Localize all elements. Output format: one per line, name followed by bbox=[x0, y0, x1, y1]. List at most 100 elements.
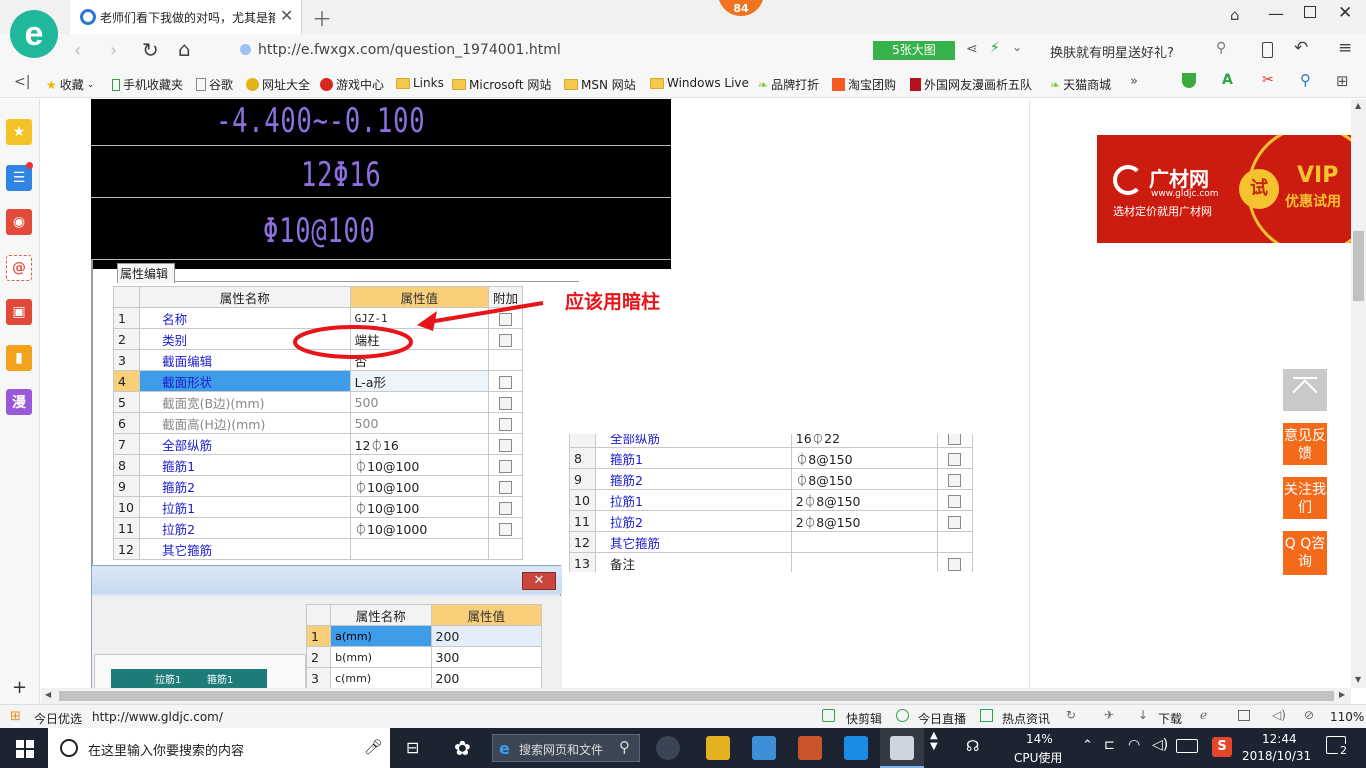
scissors-icon[interactable]: ✂ bbox=[1262, 72, 1274, 88]
bookmark-item[interactable]: 淘宝团购 bbox=[832, 76, 896, 93]
bookmark-item[interactable]: Microsoft 网站 bbox=[452, 76, 551, 93]
shirt-icon[interactable]: ⌂ bbox=[1230, 6, 1240, 24]
search-suggestion[interactable]: 换肤就有明星送好礼? bbox=[1050, 42, 1174, 61]
big-image-button[interactable]: 5张大图 bbox=[873, 41, 955, 60]
more-bookmarks-icon[interactable]: » bbox=[1130, 74, 1138, 89]
checkbox[interactable] bbox=[498, 396, 512, 410]
grid-icon[interactable]: ⊞ bbox=[1336, 72, 1349, 90]
bookmark-item[interactable]: 游戏中心 bbox=[320, 76, 384, 93]
clock-time[interactable]: 12:44 bbox=[1262, 732, 1297, 746]
gamepad-icon[interactable]: ▣ bbox=[6, 299, 32, 325]
home-icon[interactable]: ⌂ bbox=[178, 37, 191, 61]
bookmark-item[interactable]: Links bbox=[396, 76, 444, 90]
horizontal-scrollbar[interactable]: ◀ ▶ bbox=[41, 688, 1351, 704]
bookmark-item[interactable]: 谷歌 bbox=[196, 76, 233, 93]
checkbox[interactable] bbox=[498, 480, 512, 494]
vertical-scrollbar[interactable]: ▲ ▼ bbox=[1351, 99, 1366, 688]
value-cell[interactable] bbox=[349, 538, 489, 560]
tray-chevron-icon[interactable]: ⌃ bbox=[1082, 738, 1093, 753]
magnify-icon[interactable]: ⚲ bbox=[1300, 71, 1311, 89]
taskbar-search[interactable]: 在这里输入你要搜索的内容 🎤︎ bbox=[48, 728, 390, 768]
url-field[interactable]: http://e.fwxgx.com/question_1974001.html bbox=[232, 38, 862, 62]
value-cell[interactable]: ⏀10@1000 bbox=[349, 517, 489, 539]
checkbox[interactable] bbox=[948, 434, 962, 445]
today-live[interactable]: 今日直播 bbox=[918, 710, 966, 727]
lightning-icon[interactable]: ⚡ bbox=[990, 40, 1000, 56]
people-icon[interactable]: ☊ bbox=[966, 737, 979, 755]
checkbox[interactable] bbox=[948, 557, 962, 571]
notification-badge[interactable]: 84 bbox=[718, 0, 764, 16]
back-icon[interactable]: ‹ bbox=[74, 40, 81, 61]
checkbox[interactable] bbox=[948, 515, 962, 529]
sogou-icon[interactable]: S bbox=[1212, 737, 1232, 757]
translate-icon[interactable]: A bbox=[1222, 72, 1233, 88]
app-icon-pdf[interactable] bbox=[798, 736, 822, 760]
checkbox[interactable] bbox=[498, 501, 512, 515]
bookmark-item[interactable]: Windows Live bbox=[650, 76, 749, 90]
app-icon-folder[interactable] bbox=[752, 736, 776, 760]
new-tab-button[interactable]: ＋ bbox=[312, 3, 332, 32]
browser-tab[interactable]: 老师们看下我做的对吗，尤其是箍 ✕ bbox=[70, 0, 302, 34]
maximize-button[interactable] bbox=[1304, 6, 1316, 18]
today-pick[interactable]: 今日优选 bbox=[34, 710, 82, 727]
chevron-down-icon[interactable]: ⌄ bbox=[1012, 40, 1022, 54]
add-icon[interactable]: + bbox=[12, 677, 27, 698]
qq-consult-button[interactable]: Q Q咨询 bbox=[1283, 531, 1327, 575]
checkbox[interactable] bbox=[498, 438, 512, 452]
window-icon[interactable] bbox=[1238, 710, 1250, 721]
volume-icon[interactable]: ◁) bbox=[1272, 708, 1286, 722]
dialog-close-button[interactable]: ✕ bbox=[522, 572, 556, 590]
bookmark-item[interactable]: 手机收藏夹 bbox=[112, 76, 183, 93]
weibo-icon[interactable]: ◉ bbox=[6, 209, 32, 235]
value-cell[interactable]: ⏀10@100 bbox=[349, 475, 489, 497]
app-icon-plus[interactable] bbox=[844, 736, 868, 760]
search-icon[interactable]: ⚲ bbox=[1216, 40, 1226, 56]
pin-icon[interactable]: ✈ bbox=[1104, 708, 1114, 722]
ie-mode-icon[interactable]: ℯ bbox=[1200, 708, 1207, 722]
feedback-button[interactable]: 意见反馈 bbox=[1283, 423, 1327, 465]
checkbox[interactable] bbox=[498, 375, 512, 389]
checkbox[interactable] bbox=[948, 494, 962, 508]
property-tab[interactable]: 属性编辑 bbox=[117, 263, 175, 283]
refresh-status-icon[interactable]: ↻ bbox=[1066, 708, 1076, 722]
value-cell[interactable]: ⏀10@100 bbox=[349, 496, 489, 518]
bookmark-item[interactable]: ★ 收藏 ⌄ bbox=[46, 76, 94, 93]
value-cell[interactable]: 500 bbox=[349, 412, 489, 434]
bookmark-item[interactable]: MSN 网站 bbox=[564, 76, 636, 93]
windows-start-icon[interactable] bbox=[16, 740, 34, 758]
value-cell[interactable]: 12⏀16 bbox=[349, 433, 489, 455]
bookmark-item[interactable]: ❧ 天猫商城 bbox=[1050, 76, 1111, 93]
taskbar-browser-search[interactable]: e 搜索网页和文件 ⚲ bbox=[492, 734, 640, 762]
checkbox[interactable] bbox=[948, 452, 962, 466]
advertisement-banner[interactable]: 广材网 www.gldjc.com 选材定价就用广材网 试 VIP 优惠试用 bbox=[1097, 135, 1351, 243]
value-cell[interactable]: 500 bbox=[349, 391, 489, 413]
download-label[interactable]: 下载 bbox=[1158, 710, 1182, 727]
mic-icon[interactable]: 🎤︎ bbox=[364, 738, 383, 756]
share-icon[interactable]: ⋖ bbox=[966, 41, 978, 57]
task-view-icon[interactable]: ⊟ bbox=[406, 738, 419, 757]
close-button[interactable]: ✕ bbox=[1338, 3, 1352, 23]
tab-close-icon[interactable]: ✕ bbox=[280, 6, 293, 25]
shield-icon[interactable] bbox=[1182, 73, 1196, 88]
mail-icon[interactable]: @ bbox=[6, 255, 32, 281]
bookmark-item[interactable]: 外国网友漫画析五队 bbox=[910, 76, 1032, 93]
favorites-icon[interactable]: ★ bbox=[6, 119, 32, 145]
bookmark-item[interactable]: 网址大全 bbox=[246, 76, 310, 93]
phone-icon[interactable] bbox=[1262, 42, 1273, 58]
refresh-icon[interactable]: ↻ bbox=[142, 38, 159, 62]
forward-icon[interactable]: › bbox=[110, 40, 117, 61]
back-to-top-button[interactable] bbox=[1283, 369, 1327, 411]
undo-icon[interactable]: ↶ bbox=[1294, 38, 1308, 58]
follow-us-button[interactable]: 关注我们 bbox=[1283, 477, 1327, 519]
app-icon-spiral[interactable] bbox=[656, 736, 680, 760]
keyboard-icon[interactable] bbox=[1176, 739, 1198, 753]
zoom-reset-icon[interactable]: ⊘ bbox=[1304, 708, 1314, 722]
checkbox[interactable] bbox=[498, 417, 512, 431]
sidebar-toggle-icon[interactable]: <| bbox=[14, 74, 30, 90]
value-cell[interactable]: L-a形 bbox=[349, 370, 489, 392]
pinwheel-icon[interactable]: ✿ bbox=[454, 736, 471, 760]
wifi-icon[interactable]: ◠ bbox=[1128, 737, 1140, 753]
hscroll-thumb[interactable] bbox=[59, 691, 1334, 701]
bookmark-item[interactable]: ❧ 品牌打折 bbox=[758, 76, 819, 93]
network-icon[interactable]: ⊏ bbox=[1104, 738, 1115, 753]
